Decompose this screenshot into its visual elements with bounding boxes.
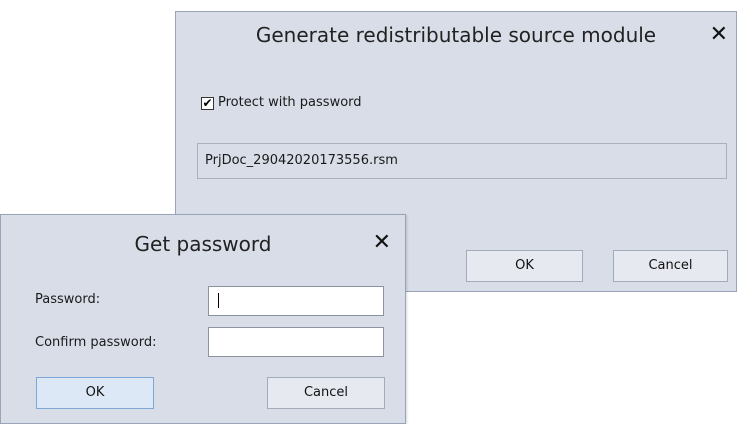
filename-field[interactable]: PrjDoc_29042020173556.rsm [197, 143, 727, 179]
password-input[interactable] [208, 286, 384, 316]
protect-password-label[interactable]: Protect with password [218, 95, 362, 110]
close-icon[interactable]: ✕ [710, 24, 728, 46]
text-caret [218, 293, 219, 308]
protect-password-checkbox[interactable]: ✔ [201, 97, 214, 110]
ok-button[interactable]: OK [36, 377, 154, 409]
get-password-dialog: Get password ✕ Password: Confirm passwor… [0, 214, 406, 424]
password-label: Password: [35, 292, 101, 307]
cancel-button[interactable]: Cancel [613, 250, 728, 282]
dialog-title: Get password [134, 232, 272, 256]
confirm-password-input[interactable] [208, 327, 384, 357]
confirm-password-label: Confirm password: [35, 335, 157, 350]
ok-button[interactable]: OK [466, 250, 583, 282]
cancel-button[interactable]: Cancel [267, 377, 385, 409]
dialog-title: Generate redistributable source module [255, 23, 657, 47]
close-icon[interactable]: ✕ [373, 232, 391, 254]
